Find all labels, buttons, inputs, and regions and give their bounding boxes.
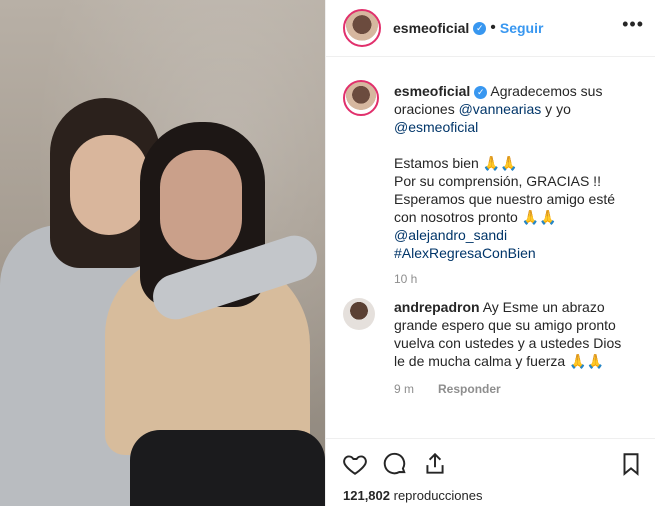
profile-avatar[interactable] [343, 9, 381, 47]
caption-row: esmeoficial ✓ Agradecemos sus oraciones @… [326, 66, 655, 288]
share-icon[interactable] [422, 451, 448, 477]
post-actions: 121,802 reproducciones [326, 438, 655, 507]
person-right-legs [130, 430, 325, 506]
bookmark-icon[interactable] [618, 451, 644, 477]
heart-icon[interactable] [342, 451, 368, 477]
header-user-line: esmeoficial ✓ • Seguir [393, 19, 543, 37]
caption-line-1: Estamos bien 🙏🙏 [394, 155, 518, 171]
views-label: reproducciones [390, 488, 483, 503]
person-right-face [160, 150, 242, 260]
follow-button[interactable]: Seguir [500, 20, 544, 36]
caption-username[interactable]: esmeoficial [394, 83, 470, 99]
reply-button[interactable]: Responder [438, 380, 501, 398]
post-media-video[interactable] [0, 0, 325, 506]
caption-timestamp[interactable]: 10 h [394, 270, 634, 288]
post-header: esmeoficial ✓ • Seguir ••• [326, 0, 655, 57]
header-separator: • [490, 19, 496, 36]
views-number: 121,802 [343, 488, 390, 503]
hashtag-link[interactable]: #AlexRegresaConBien [394, 245, 536, 261]
comment-timestamp[interactable]: 9 m [394, 380, 414, 398]
instagram-post: esmeoficial ✓ • Seguir ••• esmeoficial ✓ … [0, 0, 655, 506]
comments-section[interactable]: esmeoficial ✓ Agradecemos sus oraciones @… [326, 66, 655, 436]
header-username[interactable]: esmeoficial [393, 20, 469, 36]
caption-text-2: y yo [541, 101, 571, 117]
comment-icon[interactable] [382, 451, 408, 477]
commenter-avatar[interactable] [343, 298, 375, 330]
commenter-username[interactable]: andrepadron [394, 299, 480, 315]
person-left-face [70, 135, 148, 235]
caption-paragraph-1: esmeoficial ✓ Agradecemos sus oraciones @… [394, 82, 634, 136]
action-icons [342, 451, 448, 477]
mention-alejandro-sandi[interactable]: @alejandro_sandi [394, 227, 507, 243]
caption-avatar[interactable] [343, 80, 379, 116]
views-count[interactable]: 121,802 reproducciones [343, 488, 483, 503]
mention-esmeoficial[interactable]: @esmeoficial [394, 119, 478, 135]
more-options-icon[interactable]: ••• [622, 14, 644, 35]
post-side-panel: esmeoficial ✓ • Seguir ••• esmeoficial ✓ … [325, 0, 655, 506]
verified-badge-icon: ✓ [473, 21, 487, 35]
mention-vannearias[interactable]: @vannearias [459, 101, 542, 117]
caption-line-3: Esperamos que nuestro amigo esté con nos… [394, 191, 616, 225]
comment-row: andrepadron Ay Esme un abrazo grande esp… [326, 298, 655, 398]
comment-meta: 9 m Responder [394, 380, 634, 398]
verified-badge-icon: ✓ [474, 85, 488, 99]
caption-line-2: Por su comprensión, GRACIAS !! [394, 173, 601, 189]
